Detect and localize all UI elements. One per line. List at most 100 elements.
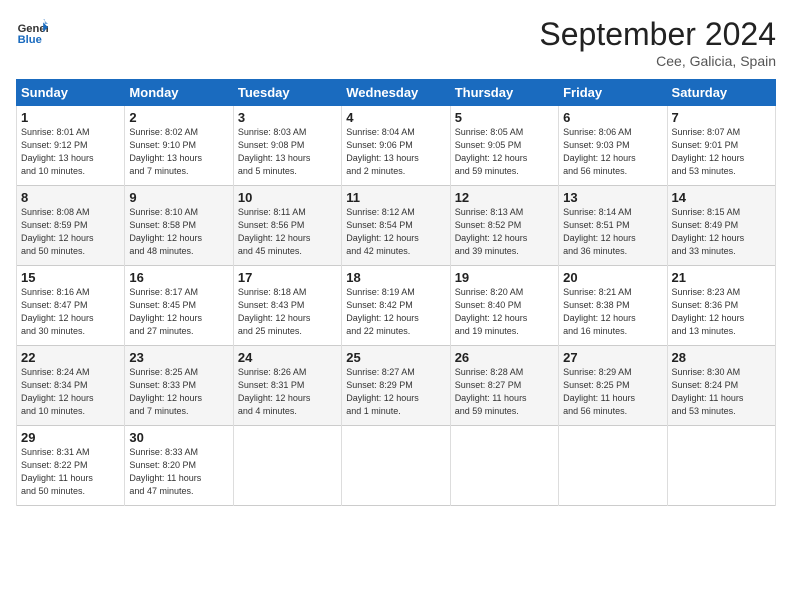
day-info: Sunrise: 8:01 AM Sunset: 9:12 PM Dayligh… — [21, 126, 120, 178]
calendar-cell: 26Sunrise: 8:28 AM Sunset: 8:27 PM Dayli… — [450, 346, 558, 426]
location: Cee, Galicia, Spain — [539, 53, 776, 69]
week-row-1: 1Sunrise: 8:01 AM Sunset: 9:12 PM Daylig… — [17, 106, 776, 186]
day-info: Sunrise: 8:30 AM Sunset: 8:24 PM Dayligh… — [672, 366, 771, 418]
day-number: 3 — [238, 110, 337, 125]
day-number: 1 — [21, 110, 120, 125]
logo-icon: General Blue — [16, 16, 48, 48]
day-info: Sunrise: 8:08 AM Sunset: 8:59 PM Dayligh… — [21, 206, 120, 258]
day-number: 5 — [455, 110, 554, 125]
day-info: Sunrise: 8:29 AM Sunset: 8:25 PM Dayligh… — [563, 366, 662, 418]
day-info: Sunrise: 8:14 AM Sunset: 8:51 PM Dayligh… — [563, 206, 662, 258]
day-info: Sunrise: 8:26 AM Sunset: 8:31 PM Dayligh… — [238, 366, 337, 418]
col-thursday: Thursday — [450, 80, 558, 106]
calendar-cell — [342, 426, 450, 506]
day-info: Sunrise: 8:25 AM Sunset: 8:33 PM Dayligh… — [129, 366, 228, 418]
calendar-cell — [450, 426, 558, 506]
calendar-cell: 13Sunrise: 8:14 AM Sunset: 8:51 PM Dayli… — [559, 186, 667, 266]
day-info: Sunrise: 8:05 AM Sunset: 9:05 PM Dayligh… — [455, 126, 554, 178]
day-info: Sunrise: 8:02 AM Sunset: 9:10 PM Dayligh… — [129, 126, 228, 178]
calendar-cell: 18Sunrise: 8:19 AM Sunset: 8:42 PM Dayli… — [342, 266, 450, 346]
calendar-cell: 15Sunrise: 8:16 AM Sunset: 8:47 PM Dayli… — [17, 266, 125, 346]
calendar-cell: 17Sunrise: 8:18 AM Sunset: 8:43 PM Dayli… — [233, 266, 341, 346]
calendar-cell: 14Sunrise: 8:15 AM Sunset: 8:49 PM Dayli… — [667, 186, 775, 266]
day-number: 30 — [129, 430, 228, 445]
logo: General Blue — [16, 16, 48, 48]
week-row-2: 8Sunrise: 8:08 AM Sunset: 8:59 PM Daylig… — [17, 186, 776, 266]
calendar-cell: 9Sunrise: 8:10 AM Sunset: 8:58 PM Daylig… — [125, 186, 233, 266]
col-sunday: Sunday — [17, 80, 125, 106]
week-row-5: 29Sunrise: 8:31 AM Sunset: 8:22 PM Dayli… — [17, 426, 776, 506]
calendar-cell: 27Sunrise: 8:29 AM Sunset: 8:25 PM Dayli… — [559, 346, 667, 426]
day-info: Sunrise: 8:04 AM Sunset: 9:06 PM Dayligh… — [346, 126, 445, 178]
calendar-cell: 6Sunrise: 8:06 AM Sunset: 9:03 PM Daylig… — [559, 106, 667, 186]
calendar-cell — [667, 426, 775, 506]
day-info: Sunrise: 8:07 AM Sunset: 9:01 PM Dayligh… — [672, 126, 771, 178]
day-number: 20 — [563, 270, 662, 285]
day-info: Sunrise: 8:24 AM Sunset: 8:34 PM Dayligh… — [21, 366, 120, 418]
calendar-cell: 28Sunrise: 8:30 AM Sunset: 8:24 PM Dayli… — [667, 346, 775, 426]
calendar-cell: 24Sunrise: 8:26 AM Sunset: 8:31 PM Dayli… — [233, 346, 341, 426]
calendar-cell: 12Sunrise: 8:13 AM Sunset: 8:52 PM Dayli… — [450, 186, 558, 266]
day-number: 19 — [455, 270, 554, 285]
calendar-cell: 21Sunrise: 8:23 AM Sunset: 8:36 PM Dayli… — [667, 266, 775, 346]
day-info: Sunrise: 8:13 AM Sunset: 8:52 PM Dayligh… — [455, 206, 554, 258]
day-info: Sunrise: 8:23 AM Sunset: 8:36 PM Dayligh… — [672, 286, 771, 338]
week-row-3: 15Sunrise: 8:16 AM Sunset: 8:47 PM Dayli… — [17, 266, 776, 346]
day-info: Sunrise: 8:18 AM Sunset: 8:43 PM Dayligh… — [238, 286, 337, 338]
day-number: 14 — [672, 190, 771, 205]
col-tuesday: Tuesday — [233, 80, 341, 106]
day-info: Sunrise: 8:33 AM Sunset: 8:20 PM Dayligh… — [129, 446, 228, 498]
col-monday: Monday — [125, 80, 233, 106]
col-wednesday: Wednesday — [342, 80, 450, 106]
day-number: 10 — [238, 190, 337, 205]
day-number: 18 — [346, 270, 445, 285]
calendar-cell: 19Sunrise: 8:20 AM Sunset: 8:40 PM Dayli… — [450, 266, 558, 346]
day-number: 13 — [563, 190, 662, 205]
day-info: Sunrise: 8:16 AM Sunset: 8:47 PM Dayligh… — [21, 286, 120, 338]
day-number: 15 — [21, 270, 120, 285]
calendar-cell: 7Sunrise: 8:07 AM Sunset: 9:01 PM Daylig… — [667, 106, 775, 186]
calendar-cell: 16Sunrise: 8:17 AM Sunset: 8:45 PM Dayli… — [125, 266, 233, 346]
calendar-cell: 30Sunrise: 8:33 AM Sunset: 8:20 PM Dayli… — [125, 426, 233, 506]
title-block: September 2024 Cee, Galicia, Spain — [539, 16, 776, 69]
col-saturday: Saturday — [667, 80, 775, 106]
calendar-cell — [559, 426, 667, 506]
header: General Blue September 2024 Cee, Galicia… — [16, 16, 776, 69]
week-row-4: 22Sunrise: 8:24 AM Sunset: 8:34 PM Dayli… — [17, 346, 776, 426]
calendar-cell: 10Sunrise: 8:11 AM Sunset: 8:56 PM Dayli… — [233, 186, 341, 266]
calendar-cell: 4Sunrise: 8:04 AM Sunset: 9:06 PM Daylig… — [342, 106, 450, 186]
svg-text:Blue: Blue — [18, 34, 42, 46]
page: General Blue September 2024 Cee, Galicia… — [0, 0, 792, 612]
header-row: Sunday Monday Tuesday Wednesday Thursday… — [17, 80, 776, 106]
day-info: Sunrise: 8:12 AM Sunset: 8:54 PM Dayligh… — [346, 206, 445, 258]
day-number: 4 — [346, 110, 445, 125]
calendar-cell: 2Sunrise: 8:02 AM Sunset: 9:10 PM Daylig… — [125, 106, 233, 186]
calendar-cell: 8Sunrise: 8:08 AM Sunset: 8:59 PM Daylig… — [17, 186, 125, 266]
calendar-table: Sunday Monday Tuesday Wednesday Thursday… — [16, 79, 776, 506]
day-number: 26 — [455, 350, 554, 365]
day-info: Sunrise: 8:20 AM Sunset: 8:40 PM Dayligh… — [455, 286, 554, 338]
calendar-cell: 5Sunrise: 8:05 AM Sunset: 9:05 PM Daylig… — [450, 106, 558, 186]
day-number: 9 — [129, 190, 228, 205]
calendar-cell: 3Sunrise: 8:03 AM Sunset: 9:08 PM Daylig… — [233, 106, 341, 186]
day-number: 17 — [238, 270, 337, 285]
day-number: 27 — [563, 350, 662, 365]
day-info: Sunrise: 8:28 AM Sunset: 8:27 PM Dayligh… — [455, 366, 554, 418]
day-number: 8 — [21, 190, 120, 205]
day-number: 28 — [672, 350, 771, 365]
month-title: September 2024 — [539, 16, 776, 53]
day-info: Sunrise: 8:31 AM Sunset: 8:22 PM Dayligh… — [21, 446, 120, 498]
calendar-cell: 20Sunrise: 8:21 AM Sunset: 8:38 PM Dayli… — [559, 266, 667, 346]
calendar-cell: 25Sunrise: 8:27 AM Sunset: 8:29 PM Dayli… — [342, 346, 450, 426]
day-info: Sunrise: 8:21 AM Sunset: 8:38 PM Dayligh… — [563, 286, 662, 338]
day-number: 22 — [21, 350, 120, 365]
day-number: 2 — [129, 110, 228, 125]
day-number: 16 — [129, 270, 228, 285]
day-info: Sunrise: 8:15 AM Sunset: 8:49 PM Dayligh… — [672, 206, 771, 258]
day-info: Sunrise: 8:03 AM Sunset: 9:08 PM Dayligh… — [238, 126, 337, 178]
day-info: Sunrise: 8:17 AM Sunset: 8:45 PM Dayligh… — [129, 286, 228, 338]
day-number: 6 — [563, 110, 662, 125]
calendar-cell: 23Sunrise: 8:25 AM Sunset: 8:33 PM Dayli… — [125, 346, 233, 426]
calendar-cell: 22Sunrise: 8:24 AM Sunset: 8:34 PM Dayli… — [17, 346, 125, 426]
day-info: Sunrise: 8:27 AM Sunset: 8:29 PM Dayligh… — [346, 366, 445, 418]
